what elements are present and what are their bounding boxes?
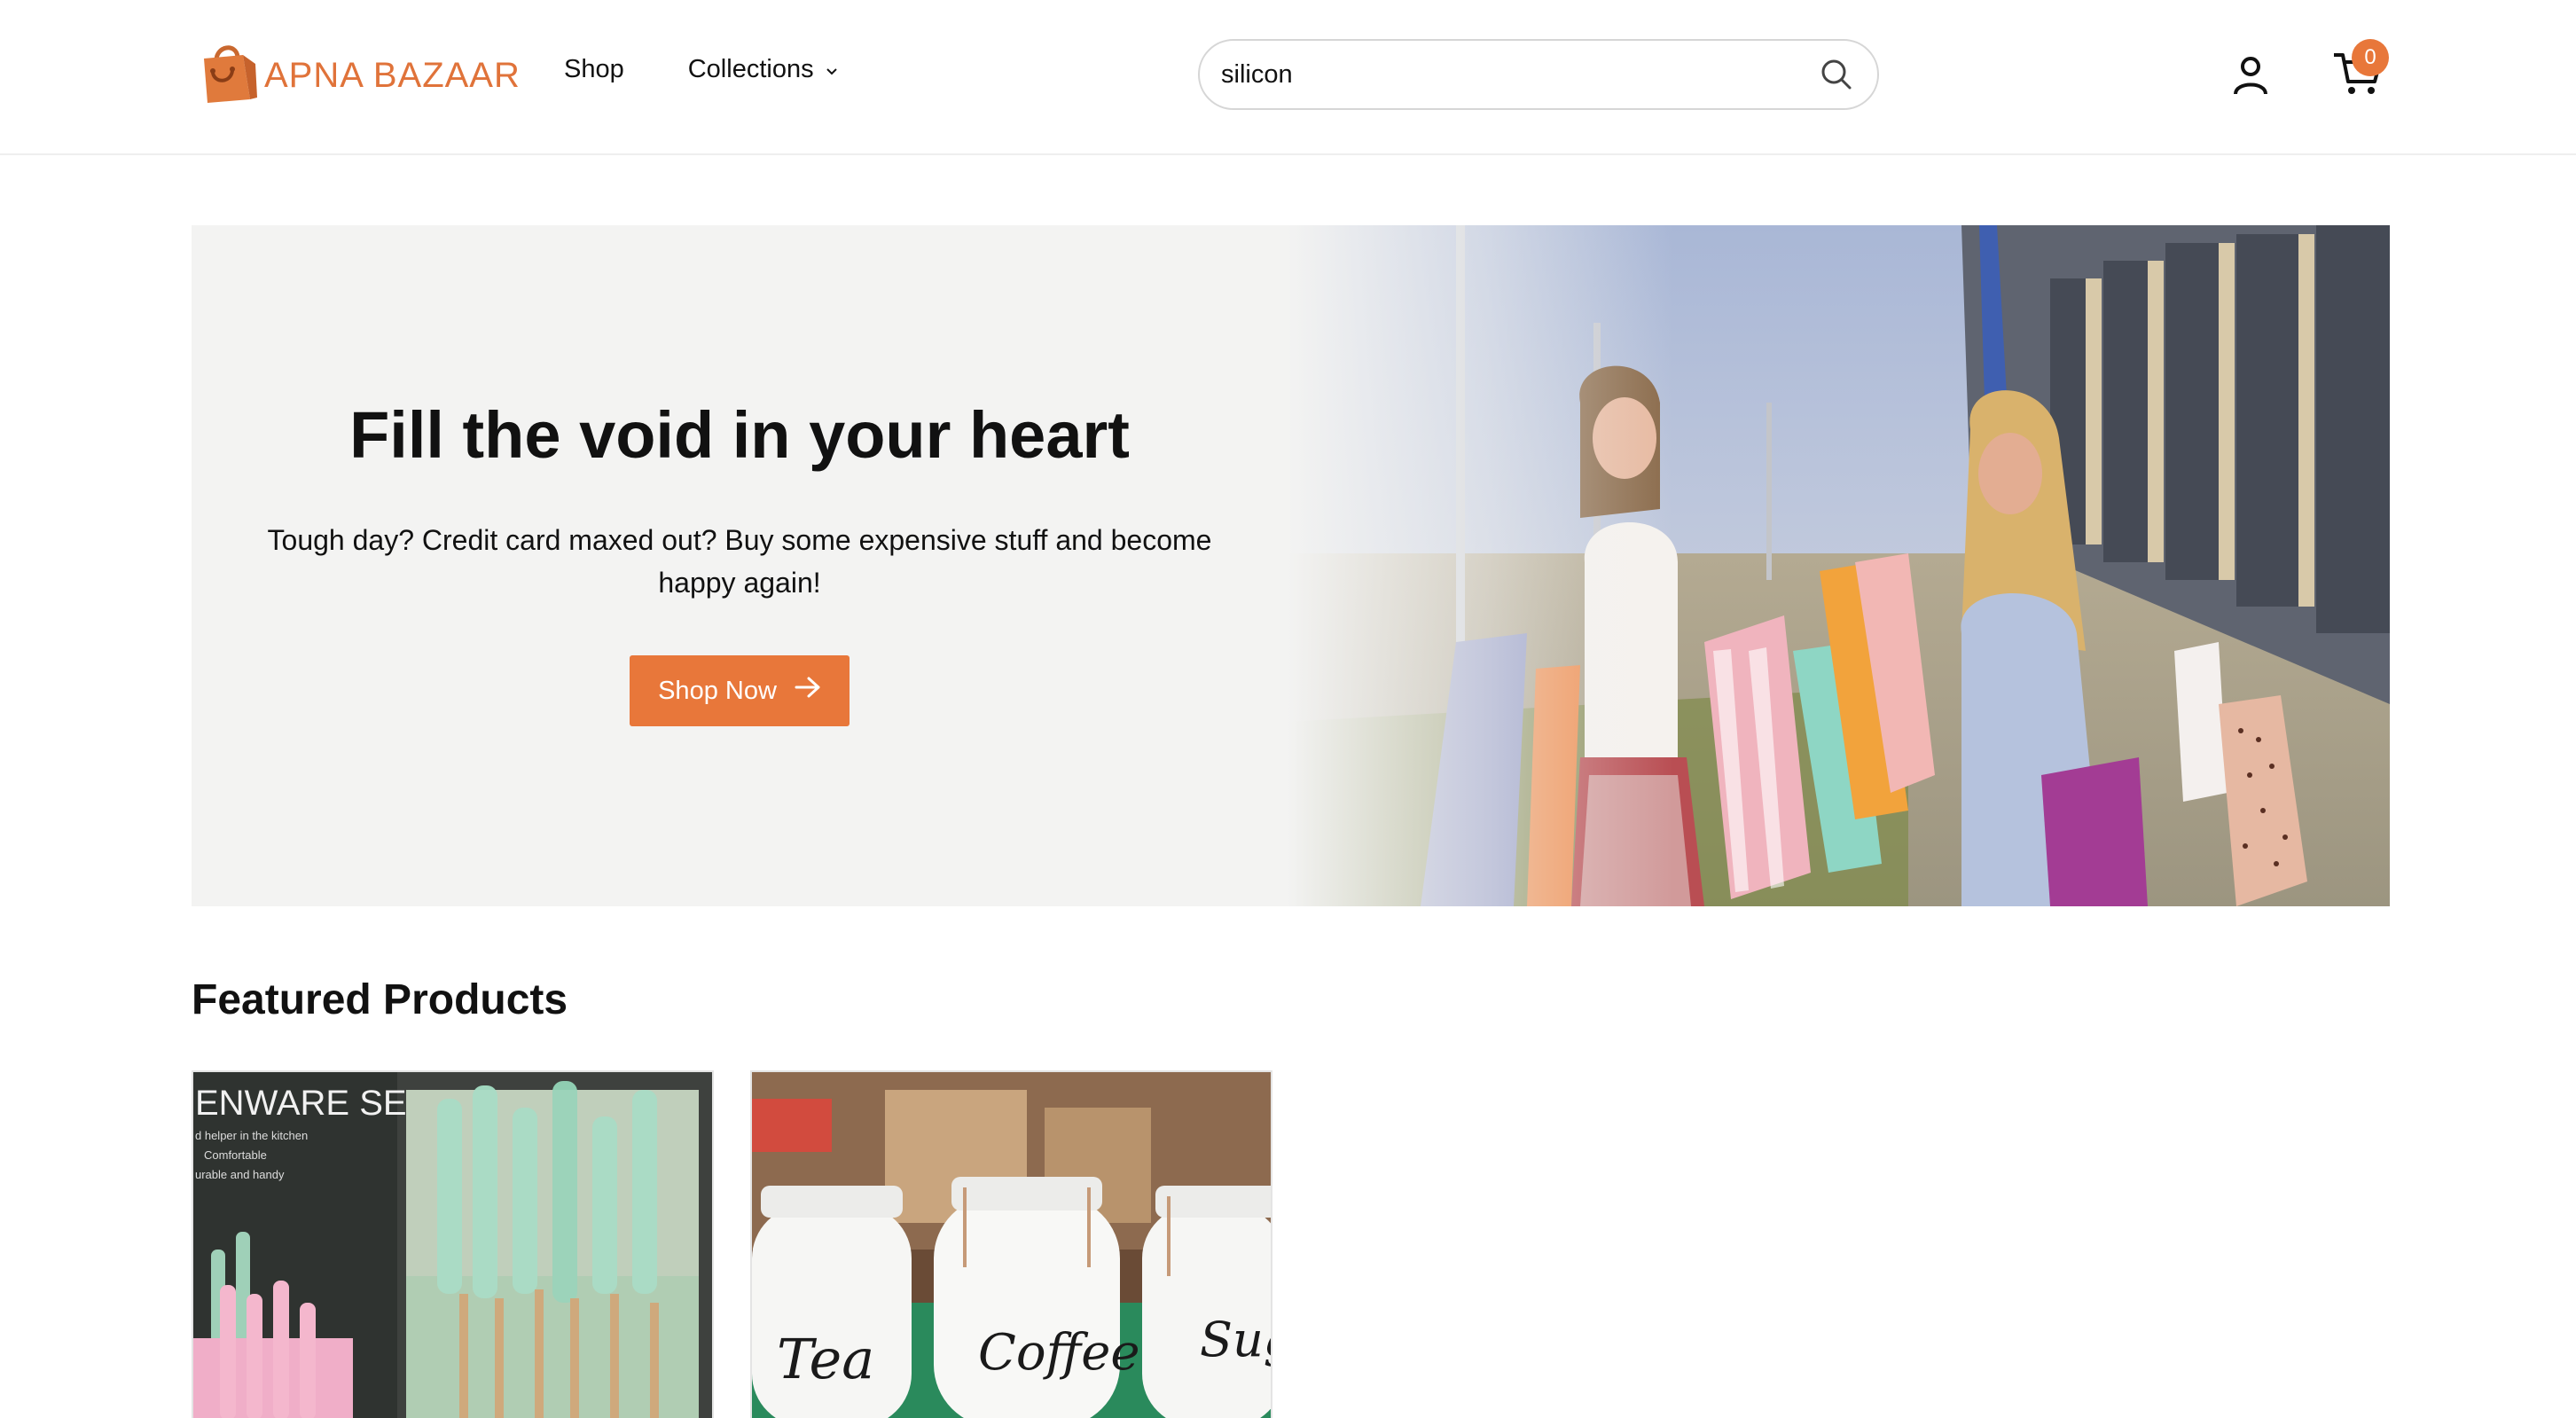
arrow-right-icon — [795, 676, 821, 706]
brand-name: APNA BAZAAR — [264, 55, 521, 95]
nav-shop-link[interactable]: Shop — [564, 55, 624, 84]
search-icon[interactable] — [1817, 55, 1856, 94]
site-header: APNA BAZAAR Shop Collections 0 — [0, 0, 2576, 155]
product-image-heading: ENWARE SET — [195, 1084, 428, 1123]
product-image-line-2: Comfortable — [204, 1148, 267, 1162]
featured-products-title: Featured Products — [192, 976, 568, 1023]
search-input[interactable] — [1221, 59, 1817, 90]
hero-banner: Fill the void in your heart Tough day? C… — [192, 225, 2390, 906]
chevron-down-icon — [825, 55, 839, 84]
product-image-line-3: urable and handy — [195, 1168, 285, 1181]
product-card[interactable]: Tea Coffee Sug — [750, 1070, 1272, 1418]
hero-content: Fill the void in your heart Tough day? C… — [192, 225, 1288, 906]
hero-image-shoppers — [1288, 225, 2390, 906]
jar-label-tea: Tea — [777, 1327, 874, 1391]
hero-subtitle: Tough day? Credit card maxed out? Buy so… — [267, 524, 1212, 599]
shopping-bag-icon — [204, 45, 257, 103]
product-image-canister-jars: Tea Coffee Sug — [752, 1072, 1272, 1418]
brand-logo[interactable]: APNA BAZAAR — [197, 35, 521, 106]
jar-label-sugar: Sug — [1200, 1312, 1272, 1367]
jar-label-coffee: Coffee — [978, 1324, 1140, 1382]
product-image-kitchenware-set: ENWARE SET d helper in the kitchen Comfo… — [193, 1072, 712, 1418]
shop-now-label: Shop Now — [658, 676, 777, 705]
cart-count-badge: 0 — [2352, 39, 2389, 76]
nav-collections-dropdown[interactable]: Collections — [688, 55, 839, 84]
shop-now-button[interactable]: Shop Now — [630, 655, 850, 726]
product-card[interactable]: ENWARE SET d helper in the kitchen Comfo… — [192, 1070, 714, 1418]
search-bar — [1198, 39, 1879, 110]
hero-title: Fill the void in your heart — [349, 398, 1130, 472]
main-nav: Shop Collections — [564, 55, 839, 84]
user-icon[interactable] — [2228, 53, 2273, 98]
nav-collections-label: Collections — [687, 55, 814, 83]
product-image-line-1: d helper in the kitchen — [195, 1129, 308, 1142]
